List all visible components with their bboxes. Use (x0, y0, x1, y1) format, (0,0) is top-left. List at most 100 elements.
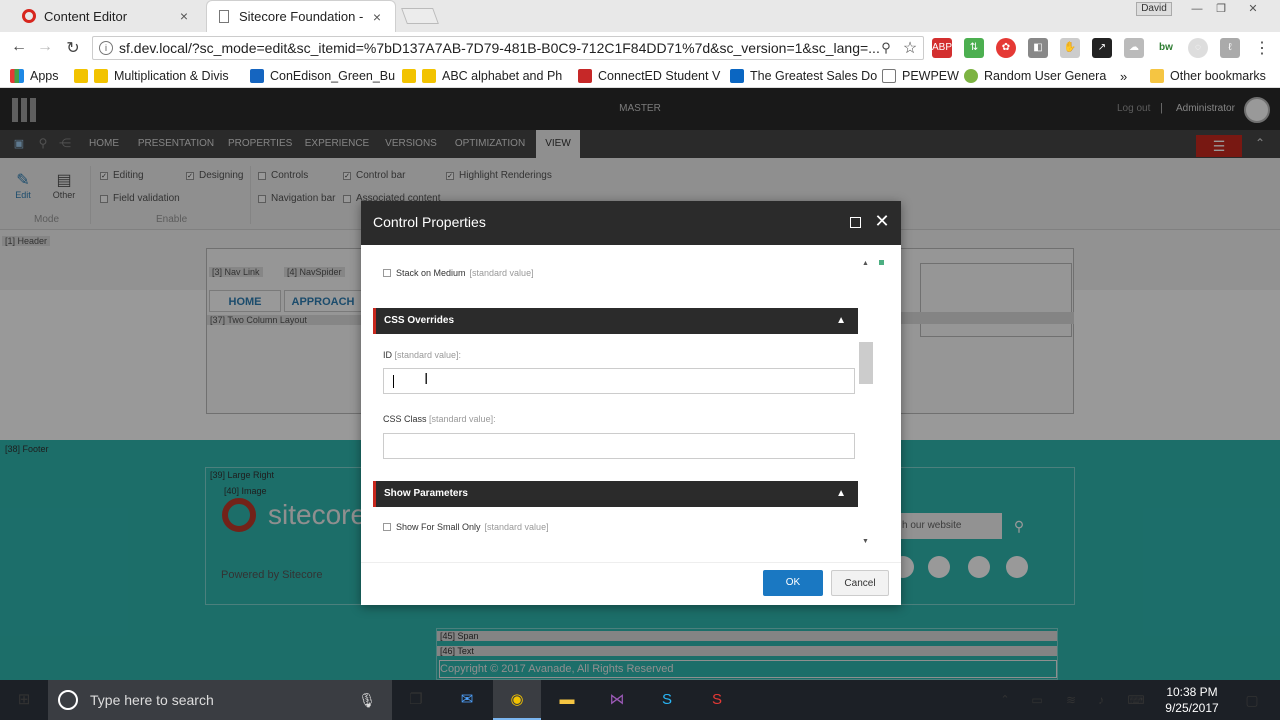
windows-start-icon[interactable]: ⊞ (0, 680, 48, 720)
extension-icon[interactable]: ↗ (1092, 38, 1112, 58)
bookmarks-overflow[interactable]: » (1120, 66, 1127, 86)
extension-icon[interactable]: ☁ (1124, 38, 1144, 58)
bookmark-label: Apps (30, 69, 59, 83)
checkbox (383, 523, 391, 531)
opera-icon (22, 9, 36, 23)
tab-sitecore-foundation[interactable]: Sitecore Foundation - × (206, 0, 396, 32)
scroll-down-icon[interactable]: ▼ (862, 538, 869, 545)
bookmark-abc[interactable]: ABC alphabet and Ph (402, 66, 562, 86)
cancel-button[interactable]: Cancel (831, 570, 889, 596)
tab-content-editor[interactable]: Content Editor × (10, 0, 202, 32)
bookmark-label: ConnectED Student V (598, 69, 721, 83)
section-show-parameters[interactable]: Show Parameters ▲ (373, 481, 858, 507)
extension-icon[interactable]: ℓ (1220, 38, 1240, 58)
bookmark-label: ConEdison_Green_Bu (270, 69, 396, 83)
new-tab-button[interactable] (401, 8, 439, 24)
close-icon[interactable]: ✕ (874, 211, 890, 232)
time: 10:38 PM (1166, 685, 1218, 699)
clock[interactable]: 10:38 PM 9/25/2017 (1156, 684, 1228, 716)
star-icon (74, 69, 88, 83)
chrome-icon[interactable]: ◉ (493, 680, 541, 720)
task-view-icon[interactable]: ❐ (392, 680, 440, 720)
section-title: Show Parameters (384, 488, 468, 499)
zoom-icon[interactable]: ⚲ (878, 40, 894, 56)
checkbox-show-small-only[interactable]: Show For Small Only [standard value] (383, 522, 549, 532)
bookmark-connected[interactable]: ConnectED Student V (578, 66, 720, 86)
show-hidden-icons[interactable]: ⌃ (994, 680, 1016, 720)
maximize-button[interactable]: ❐ (1208, 2, 1234, 16)
linkedin-icon (730, 69, 744, 83)
css-class-input[interactable] (383, 433, 855, 459)
sitecore-app-icon[interactable]: S (693, 680, 741, 720)
checkbox (383, 269, 391, 277)
close-icon[interactable]: × (369, 9, 385, 25)
other-bookmarks[interactable]: Other bookmarks (1150, 66, 1266, 86)
apps-icon (10, 69, 24, 83)
star-icon[interactable]: ☆ (902, 38, 918, 58)
keyboard-icon[interactable]: ⌨ (1122, 680, 1150, 720)
profile-button[interactable]: David (1136, 2, 1172, 16)
random-user-icon (964, 69, 978, 83)
extension-icon[interactable]: ✋ (1060, 38, 1080, 58)
maximize-icon[interactable] (850, 217, 861, 228)
standard-value-label: [standard value] (469, 268, 534, 278)
extension-icon[interactable]: ⇅ (964, 38, 984, 58)
bookmark-label: Random User Genera (984, 69, 1107, 83)
bookmark-label: ABC alphabet and Ph (442, 69, 563, 83)
battery-icon[interactable]: ▭ (1024, 680, 1050, 720)
extension-icon[interactable]: bw (1156, 38, 1176, 58)
standard-value-label: [standard value]: (429, 414, 496, 424)
scroll-up-icon[interactable]: ▲ (862, 260, 869, 267)
close-icon[interactable]: × (176, 8, 192, 24)
bookmark-label: Multiplication & Divis (114, 69, 229, 83)
window-close-button[interactable]: ✕ (1240, 2, 1266, 16)
css-class-label: CSS Class [standard value]: (383, 414, 496, 424)
section-css-overrides[interactable]: CSS Overrides ▲ (373, 308, 858, 334)
file-explorer-icon[interactable]: ▬ (543, 680, 591, 720)
bookmark-label: PEWPEW (902, 69, 959, 83)
bookmark-pewpew[interactable]: PEWPEW (882, 66, 959, 86)
tab-title: Sitecore Foundation - (239, 9, 364, 24)
outlook-icon[interactable]: ✉ (443, 680, 491, 720)
bookmark-conedison[interactable]: ConEdison_Green_Bu (250, 66, 395, 86)
search-placeholder: Type here to search (90, 692, 214, 708)
address-bar[interactable]: i sf.dev.local/?sc_mode=edit&sc_itemid=%… (92, 36, 924, 60)
back-icon[interactable]: ← (10, 38, 28, 56)
forward-icon[interactable]: → (36, 38, 54, 56)
extension-icon[interactable]: ◧ (1028, 38, 1048, 58)
page-icon (219, 10, 229, 23)
adblock-icon[interactable]: ABP (932, 38, 952, 58)
bookmark-multiplication[interactable]: Multiplication & Divis (74, 66, 229, 86)
minimize-button[interactable]: — (1184, 2, 1210, 16)
action-center-icon[interactable]: ▢ (1232, 680, 1272, 720)
bookmark-label: The Greatest Sales Do (750, 69, 878, 83)
bookmark-label: Other bookmarks (1170, 69, 1266, 83)
ok-button[interactable]: OK (763, 570, 823, 596)
folder-icon (1150, 69, 1164, 83)
control-properties-dialog (361, 201, 901, 605)
taskbar-search[interactable]: Type here to search 🎙 (48, 680, 392, 720)
url-text: sf.dev.local/?sc_mode=edit&sc_itemid=%7b… (119, 40, 880, 56)
visual-studio-icon[interactable]: ⋈ (593, 680, 641, 720)
checkbox-label: Stack on Medium (396, 268, 466, 278)
bookmark-sales[interactable]: The Greatest Sales Do (730, 66, 877, 86)
field-label: ID (383, 350, 392, 360)
extension-icon[interactable]: ✿ (996, 38, 1016, 58)
checkbox-stack-on-medium[interactable]: Stack on Medium [standard value] (383, 268, 534, 278)
star-icon (94, 69, 108, 83)
skype-icon[interactable]: S (643, 680, 691, 720)
status-indicator (879, 260, 884, 265)
id-input[interactable]: I (383, 368, 855, 394)
reload-icon[interactable]: ↻ (64, 38, 82, 58)
dialog-footer-divider (361, 562, 901, 563)
extension-icon[interactable]: ◌ (1188, 38, 1208, 58)
menu-icon[interactable]: ⋮ (1254, 38, 1270, 58)
bookmark-random-user[interactable]: Random User Genera (964, 66, 1106, 86)
chevron-up-icon: ▲ (836, 488, 846, 499)
dialog-scrollbar-thumb[interactable] (859, 342, 873, 384)
ibeam-cursor-icon: I (424, 371, 429, 388)
volume-icon[interactable]: ♪ (1088, 680, 1114, 720)
wifi-icon[interactable]: ≋ (1058, 680, 1084, 720)
bookmark-apps[interactable]: Apps (10, 66, 59, 86)
checkbox-label: Show For Small Only (396, 522, 481, 532)
